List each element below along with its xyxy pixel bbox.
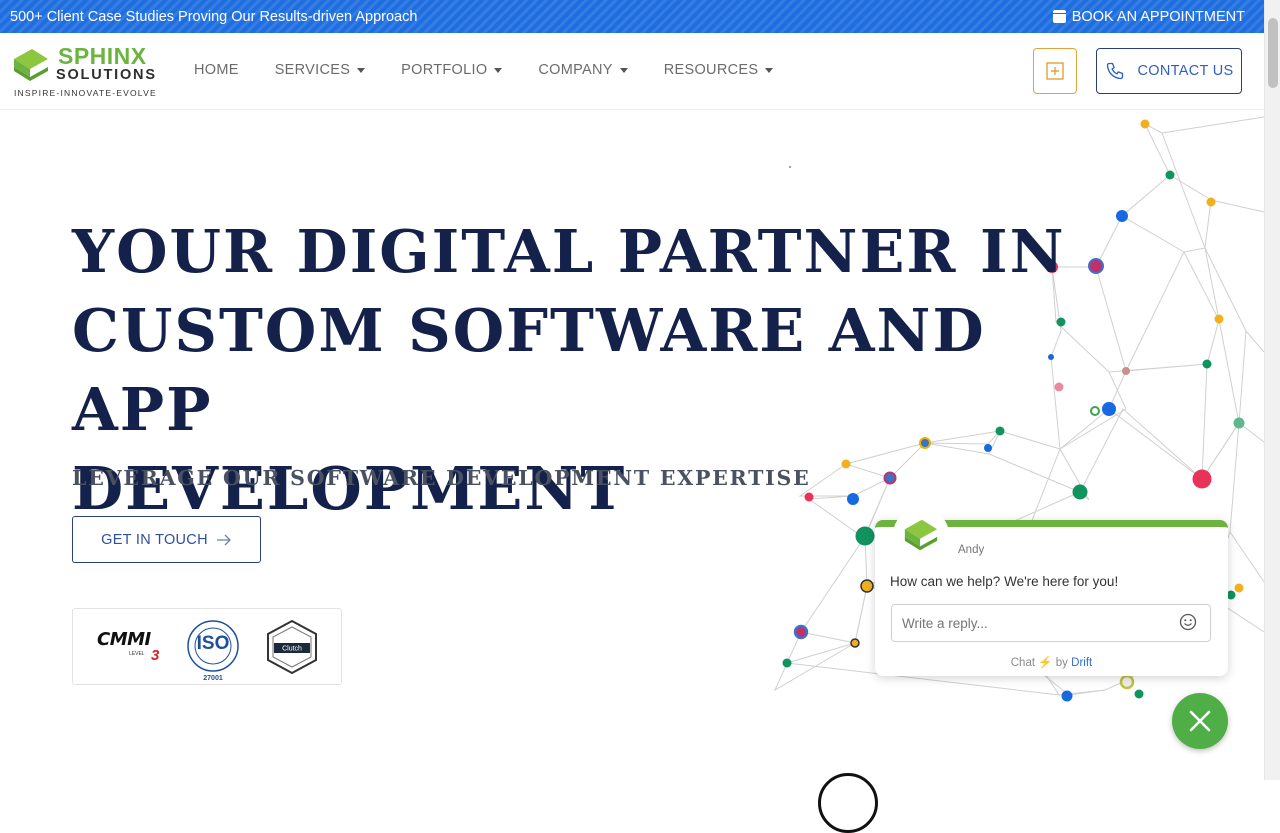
page-scrollbar[interactable] [1264,0,1280,780]
nav-company-label: COMPANY [538,62,613,78]
nav-resources[interactable]: RESOURCES [664,62,774,78]
lightning-icon: ⚡ [1038,657,1053,669]
nav-services-label: SERVICES [274,62,351,78]
nav-services[interactable]: SERVICES [274,62,366,78]
smiley-icon[interactable] [1179,613,1197,631]
caret-down-icon [494,68,503,73]
certification-badges: CMMI LEVEL 3 ISO 27001 Clutch [72,608,342,685]
chat-powered-by[interactable]: Chat ⚡ by Drift [875,655,1228,669]
logo-tagline: INSPIRE-INNOVATE-EVOLVE [14,88,157,98]
hero-headline-line1: YOUR DIGITAL PARTNER IN [72,217,1066,286]
iso-number: 27001 [203,675,223,682]
nav-portfolio[interactable]: PORTFOLIO [401,62,503,78]
contact-us-label: CONTACT US [1137,63,1234,79]
contact-us-button[interactable]: CONTACT US [1096,48,1242,94]
hero-subheadline: LEVERAGE OUR SOFTWARE DEVELOPMENT EXPERT… [72,466,811,490]
caret-down-icon [619,68,628,73]
nav-resources-label: RESOURCES [663,62,759,78]
promo-text[interactable]: 500+ Client Case Studies Proving Our Res… [10,9,417,25]
chat-reply-input[interactable] [891,604,1211,642]
partial-circle-decoration [818,773,878,833]
close-icon [1189,710,1211,732]
clutch-badge-icon: Clutch [267,619,317,675]
logo-mark-icon [904,519,938,551]
nav-company[interactable]: COMPANY [538,62,628,78]
nav-home[interactable]: HOME [194,62,239,78]
book-appointment-label: BOOK AN APPOINTMENT [1071,8,1245,25]
nav-portfolio-label: PORTFOLIO [401,62,488,78]
arrow-right-icon [216,534,231,545]
logo-line2: SOLUTIONS [56,67,157,83]
calendar-icon [1052,10,1066,23]
powered-prefix: Chat [1010,657,1036,669]
cmmi-text: CMMI [97,629,151,650]
chat-agent-name: Andy [958,544,985,556]
hero-headline-line2: CUSTOM SOFTWARE AND APP [72,296,986,444]
sphinx-logo[interactable]: SPHINX SOLUTIONS INSPIRE-INNOVATE-EVOLVE [10,43,165,101]
clutch-text: Clutch [282,646,302,653]
iso-badge: ISO 27001 [186,619,240,682]
chat-widget: Andy How can we help? We're here for you… [875,507,1228,676]
chat-close-button[interactable] [1172,693,1228,749]
logo-mark-icon [14,49,48,81]
chat-message: How can we help? We're here for you! [890,574,1119,589]
get-in-touch-label: GET IN TOUCH [101,531,208,548]
chat-agent-avatar [893,507,949,563]
promo-bar: 500+ Client Case Studies Proving Our Res… [0,0,1264,33]
main-nav: HOME SERVICES PORTFOLIO COMPANY RESOURCE… [194,62,809,78]
phone-icon [1106,62,1123,80]
caret-down-icon [765,68,774,73]
cmmi-level-label: LEVEL [129,651,145,657]
logo-line1: SPHINX [58,43,147,69]
caret-down-icon [357,68,366,73]
iso-text: ISO [196,633,230,654]
site-header: SPHINX SOLUTIONS INSPIRE-INNOVATE-EVOLVE… [0,33,1264,110]
nav-home-label: HOME [194,62,239,78]
drift-brand: Drift [1071,657,1093,669]
cmmi-level: 3 [151,647,160,664]
plus-square-icon [1046,62,1064,80]
powered-by-text: by [1055,657,1068,669]
book-appointment-link[interactable]: BOOK AN APPOINTMENT [1052,8,1245,25]
get-in-touch-button[interactable]: GET IN TOUCH [72,516,261,563]
plus-button[interactable] [1033,48,1077,94]
scrollbar-thumb[interactable] [1268,18,1278,88]
